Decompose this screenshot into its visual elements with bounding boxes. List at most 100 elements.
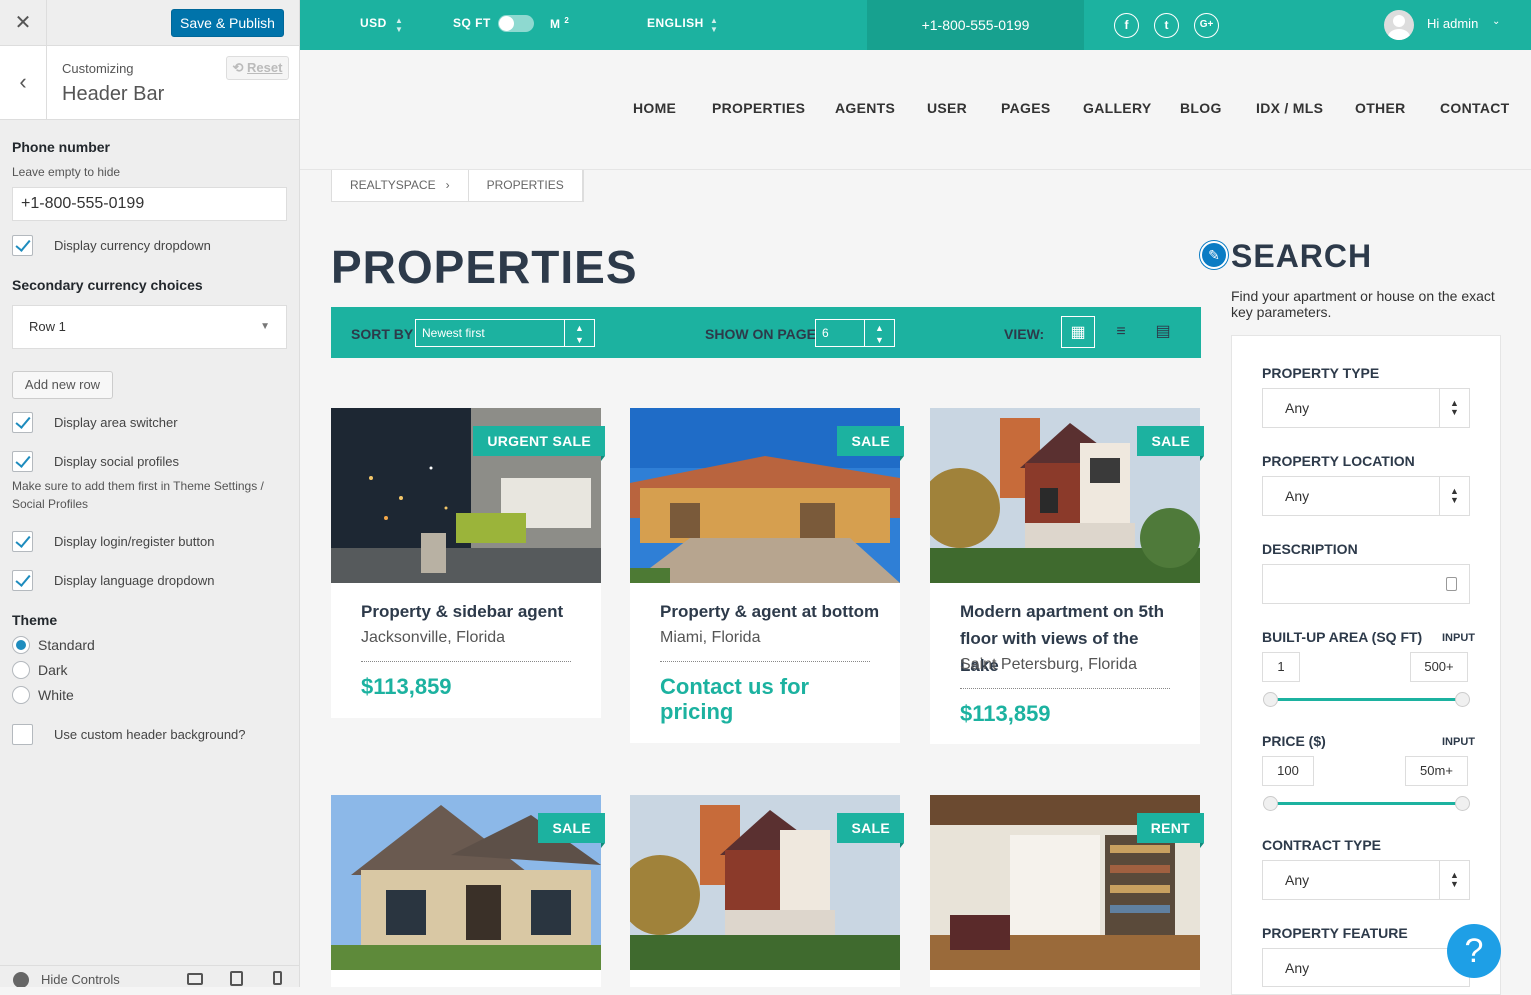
theme-radio-dark[interactable]: [12, 661, 30, 679]
property-feature-label: PROPERTY FEATURE: [1262, 925, 1408, 941]
main-nav: HOME PROPERTIES AGENTS USER PAGES GALLER…: [300, 50, 1531, 170]
language-dropdown[interactable]: ENGLISH: [647, 16, 704, 30]
nav-item-pages[interactable]: PAGES: [1001, 100, 1050, 116]
back-icon[interactable]: ‹: [0, 46, 47, 120]
property-location-value: Any: [1285, 488, 1310, 504]
breadcrumb-item[interactable]: REALTYSPACE ›: [332, 170, 469, 201]
nav-item-idx-mls[interactable]: IDX / MLS: [1256, 100, 1323, 116]
user-greeting[interactable]: Hi admin: [1427, 16, 1478, 31]
help-button[interactable]: ?: [1447, 924, 1501, 978]
custom-bg-checkbox[interactable]: [12, 724, 33, 745]
area-label: BUILT-UP AREA (SQ FT): [1262, 629, 1423, 645]
theme-radio-white[interactable]: [12, 686, 30, 704]
google-plus-icon[interactable]: G+: [1194, 13, 1219, 38]
show-on-page-label: SHOW ON PAGE: [705, 326, 816, 342]
listing-card[interactable]: SALE: [331, 795, 605, 987]
close-icon[interactable]: ✕: [0, 0, 47, 46]
social-profiles-checkbox[interactable]: [12, 451, 33, 472]
listing-title[interactable]: Property & agent at bottom: [660, 598, 880, 625]
area-input-toggle[interactable]: INPUT: [1442, 632, 1475, 644]
login-button-checkbox[interactable]: [12, 531, 33, 552]
area-unit-left: SQ FT: [453, 16, 491, 30]
show-on-page-select[interactable]: 6 ▲ ▼: [815, 319, 895, 347]
area-max-handle[interactable]: [1455, 692, 1470, 707]
nav-item-home[interactable]: HOME: [633, 100, 676, 116]
customizer-title: Header Bar: [62, 83, 165, 105]
avatar[interactable]: [1384, 10, 1414, 40]
sort-select[interactable]: Newest first ▲ ▼: [415, 319, 595, 347]
phone-field[interactable]: +1-800-555-0199: [12, 187, 287, 221]
listing-badge: RENT: [1136, 813, 1205, 848]
header-phone[interactable]: +1-800-555-0199: [867, 0, 1084, 50]
row-select[interactable]: Row 1 ▼: [12, 305, 287, 349]
nav-item-agents[interactable]: AGENTS: [835, 100, 895, 116]
price-input-toggle[interactable]: INPUT: [1442, 736, 1475, 748]
twitter-icon[interactable]: t: [1154, 13, 1179, 38]
social-profiles-label: Display social profiles: [54, 454, 179, 469]
listing-card[interactable]: SALE: [630, 795, 904, 987]
contract-type-select[interactable]: Any ▲ ▼: [1262, 860, 1470, 900]
price-min-value[interactable]: 100: [1262, 756, 1314, 786]
area-max-value[interactable]: 500+: [1410, 652, 1468, 682]
listing-location: Miami, Florida: [660, 629, 761, 646]
table-view-icon[interactable]: ▤: [1146, 316, 1180, 348]
mobile-preview-icon[interactable]: [273, 971, 282, 985]
desktop-preview-icon[interactable]: [187, 973, 203, 985]
customizer-section-header: ‹ Customizing Header Bar ⟲ Reset: [0, 46, 299, 120]
pencil-icon[interactable]: ✎: [1200, 241, 1228, 269]
price-slider-track[interactable]: [1270, 802, 1462, 805]
property-location-label: PROPERTY LOCATION: [1262, 453, 1415, 469]
nav-item-blog[interactable]: BLOG: [1180, 100, 1222, 116]
property-feature-select[interactable]: Any: [1262, 948, 1470, 987]
nav-item-properties[interactable]: PROPERTIES: [712, 100, 805, 116]
listing-location: Saint Petersburg, Florida: [960, 656, 1137, 673]
nav-item-contact[interactable]: CONTACT: [1440, 100, 1510, 116]
listing-card[interactable]: URGENT SALE Property & sidebar agent Jac…: [331, 408, 605, 718]
listing-price: $113,859: [960, 701, 1051, 726]
listing-title[interactable]: Property & sidebar agent: [361, 598, 581, 625]
nav-item-other[interactable]: OTHER: [1355, 100, 1406, 116]
sort-label: SORT BY: [351, 326, 414, 342]
listing-card[interactable]: SALE Property & agent at bottom Miami, F…: [630, 408, 904, 743]
area-min-handle[interactable]: [1263, 692, 1278, 707]
currency-dropdown-checkbox[interactable]: [12, 235, 33, 256]
page-title: PROPERTIES: [331, 241, 638, 293]
area-slider-track[interactable]: [1270, 698, 1462, 701]
add-row-button[interactable]: Add new row: [12, 371, 113, 399]
listing-location: Jacksonville, Florida: [361, 629, 506, 646]
sort-arrows-icon: ▲ ▼: [1439, 861, 1469, 899]
area-unit-right: M 2: [550, 16, 569, 31]
hide-controls-icon[interactable]: [13, 972, 29, 987]
area-unit-toggle[interactable]: [498, 15, 534, 32]
area-switcher-checkbox[interactable]: [12, 412, 33, 433]
chevron-down-icon[interactable]: ⌄: [1492, 16, 1500, 27]
property-location-select[interactable]: Any ▲ ▼: [1262, 476, 1470, 516]
description-label: DESCRIPTION: [1262, 541, 1358, 557]
price-min-handle[interactable]: [1263, 796, 1278, 811]
theme-radio-standard[interactable]: [12, 636, 30, 654]
price-max-handle[interactable]: [1455, 796, 1470, 811]
currency-dropdown[interactable]: USD: [360, 16, 387, 30]
listing-card[interactable]: RENT: [930, 795, 1205, 987]
currency-value: USD: [360, 16, 387, 30]
listing-badge: SALE: [837, 426, 904, 461]
facebook-icon[interactable]: f: [1114, 13, 1139, 38]
description-input[interactable]: [1262, 564, 1470, 604]
row-select-value: Row 1: [29, 319, 66, 334]
top-bar: USD ▲ ▼ SQ FT M 2 ENGLISH ▲ ▼ +1-800-555-0…: [300, 0, 1531, 50]
property-type-select[interactable]: Any ▲ ▼: [1262, 388, 1470, 428]
listing-card[interactable]: SALE Modern apartment on 5th floor with …: [930, 408, 1204, 744]
reset-button[interactable]: ⟲ Reset: [226, 56, 289, 80]
save-publish-button[interactable]: Save & Publish: [171, 9, 284, 37]
price-max-value[interactable]: 50m+: [1405, 756, 1468, 786]
hide-controls-button[interactable]: Hide Controls: [41, 972, 120, 987]
question-icon: ?: [1464, 932, 1484, 970]
phone-label: Phone number: [12, 139, 111, 155]
list-view-icon[interactable]: ≡: [1104, 316, 1138, 348]
area-min-value[interactable]: 1: [1262, 652, 1300, 682]
tablet-preview-icon[interactable]: [230, 971, 243, 986]
nav-item-gallery[interactable]: GALLERY: [1083, 100, 1151, 116]
nav-item-user[interactable]: USER: [927, 100, 967, 116]
language-dropdown-checkbox[interactable]: [12, 570, 33, 591]
grid-view-icon[interactable]: ▦: [1061, 316, 1095, 348]
